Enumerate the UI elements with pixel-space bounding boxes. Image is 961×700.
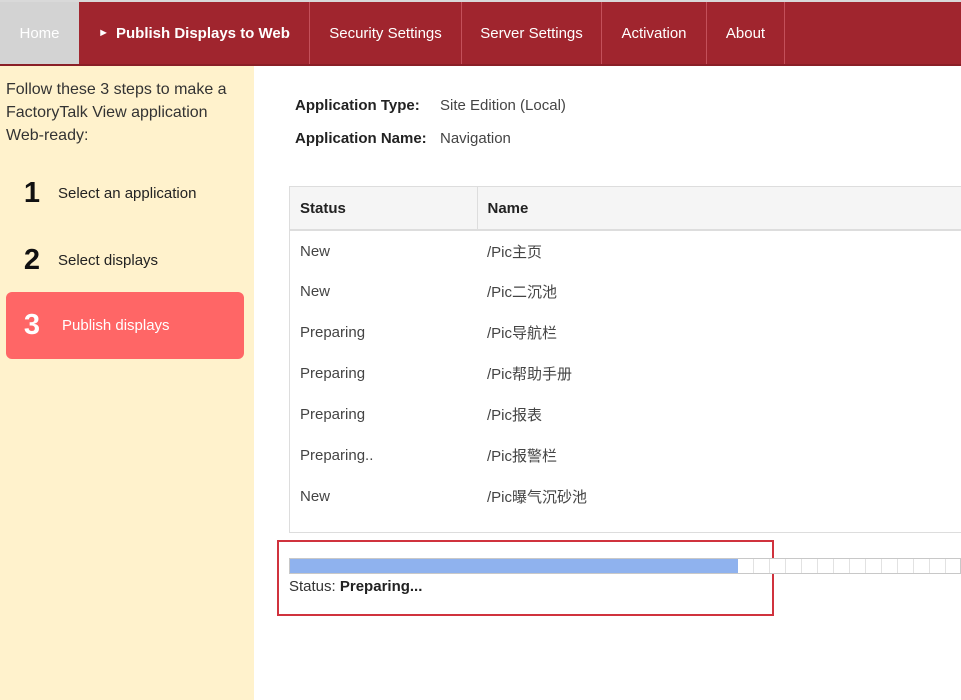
row-status: New (300, 242, 331, 260)
row-name: /Pic报表 (487, 407, 543, 424)
step-label: Select an application (58, 185, 197, 202)
table-row[interactable]: Preparing /Pic报表 (290, 394, 961, 435)
status-label: Status: (289, 578, 336, 595)
table-header-row: Status Name (290, 187, 961, 231)
table-row[interactable]: New /Pic主页 (290, 230, 961, 271)
step-label: Select displays (58, 252, 159, 269)
application-type-label: Application Type: (295, 97, 420, 114)
status-value: Preparing... (339, 578, 423, 595)
application-name-value: Navigation (440, 130, 511, 147)
row-name: /Pic报警栏 (487, 448, 558, 465)
tab-home-label: Home (19, 24, 60, 42)
tab-about[interactable]: About (707, 2, 785, 64)
displays-table: Status Name New /Pic主页 New /Pic二沉池 Prepa… (290, 187, 961, 517)
application-name-row: Application Name: Navigation (295, 130, 511, 147)
application-name-label: Application Name: (295, 130, 427, 147)
steps-sidebar: Follow these 3 steps to make a FactoryTa… (0, 66, 254, 700)
table-row[interactable]: New /Pic曝气沉砂池 (290, 476, 961, 517)
top-navigation: Home ► Publish Displays to Web Security … (0, 0, 961, 66)
row-status: Preparing (300, 406, 366, 423)
step-number: 2 (23, 244, 41, 276)
row-status: Preparing (300, 365, 366, 382)
table-row[interactable]: Preparing /Pic导航栏 (290, 312, 961, 353)
row-status: Preparing (300, 324, 366, 341)
play-arrow-icon: ► (98, 27, 109, 39)
step-number: 1 (23, 177, 41, 209)
row-name: /Pic二沉池 (487, 284, 558, 301)
column-header-status[interactable]: Status (290, 187, 478, 231)
tab-publish-displays[interactable]: ► Publish Displays to Web (79, 2, 310, 64)
table-row[interactable]: New /Pic二沉池 (290, 271, 961, 312)
row-status: Preparing.. (300, 447, 374, 464)
application-type-row: Application Type: Site Edition (Local) (295, 97, 566, 114)
progress-bar-fill (290, 559, 738, 573)
tab-server-settings[interactable]: Server Settings (462, 2, 602, 64)
sidebar-intro-text: Follow these 3 steps to make a FactoryTa… (6, 81, 227, 144)
tab-activation[interactable]: Activation (602, 2, 707, 64)
row-status: New (300, 283, 331, 300)
displays-table-container: Status Name New /Pic主页 New /Pic二沉池 Prepa… (289, 186, 961, 533)
step-select-application[interactable]: 1 Select an application (6, 160, 244, 227)
tab-home[interactable]: Home (0, 2, 79, 64)
row-name: /Pic导航栏 (487, 325, 558, 342)
tab-publish-label: Publish Displays to Web (115, 24, 290, 42)
row-status: New (300, 488, 331, 505)
row-name: /Pic曝气沉砂池 (487, 489, 588, 506)
row-name: /Pic主页 (487, 243, 543, 261)
column-header-name[interactable]: Name (477, 187, 961, 231)
step-select-displays[interactable]: 2 Select displays (6, 227, 244, 294)
table-row[interactable]: Preparing /Pic帮助手册 (290, 353, 961, 394)
application-type-value: Site Edition (Local) (440, 97, 566, 114)
tab-about-label: About (725, 24, 766, 42)
step-label: Publish displays (62, 317, 170, 334)
publish-progress-bar (289, 558, 961, 574)
tab-security-label: Security Settings (329, 24, 442, 42)
row-name: /Pic帮助手册 (487, 366, 573, 383)
tab-security-settings[interactable]: Security Settings (310, 2, 462, 64)
tab-activation-label: Activation (621, 24, 687, 42)
step-publish-displays-active[interactable]: 3 Publish displays (6, 292, 244, 359)
publish-status-line: Status: Preparing... (289, 578, 422, 595)
tab-server-label: Server Settings (480, 24, 583, 42)
table-row[interactable]: Preparing.. /Pic报警栏 (290, 435, 961, 476)
step-number: 3 (23, 309, 41, 341)
